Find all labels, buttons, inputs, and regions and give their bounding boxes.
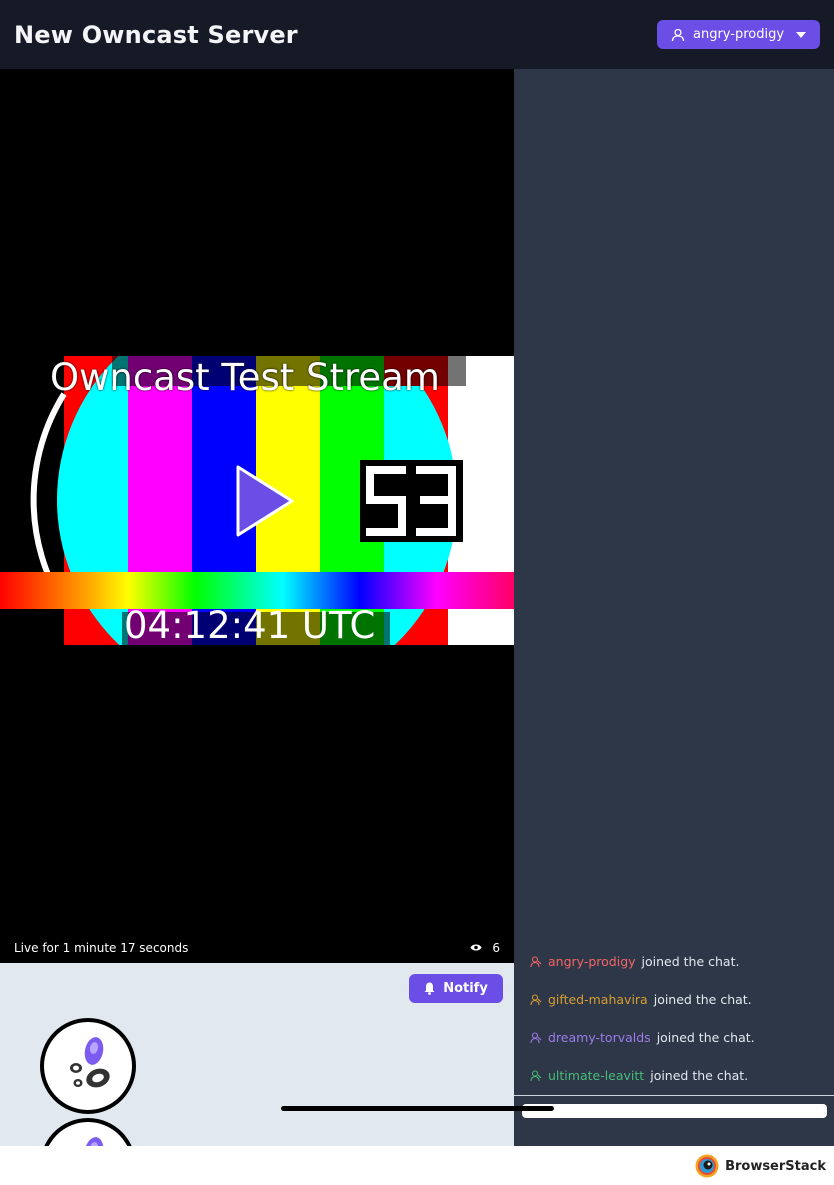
page: New Owncast Server angry-prodigy Owncast… [0,0,834,1185]
owncast-logo-duplicate [40,1118,136,1146]
user-icon [671,28,685,41]
notify-button[interactable]: Notify [409,974,503,1003]
bell-icon [424,982,435,995]
home-indicator [281,1106,554,1111]
user-join-icon [530,955,542,967]
chat-message: ultimate-leavitt joined the chat. [530,1068,748,1083]
counter-digits [366,466,456,536]
eye-icon [470,944,482,951]
play-icon[interactable] [236,463,296,539]
owncast-logo-icon [84,1137,104,1146]
live-status-bar: Live for 1 minute 17 seconds 6 [0,932,514,963]
chat-message: gifted-mahavira joined the chat. [530,992,752,1007]
chat-input[interactable] [522,1104,827,1118]
chat-message: dreamy-torvalds joined the chat. [530,1030,755,1045]
chat-text: joined the chat. [650,1068,749,1083]
site-header: New Owncast Server angry-prodigy [0,0,834,69]
live-duration: Live for 1 minute 17 seconds [14,940,189,955]
viewer-count-value: 6 [492,940,500,955]
user-join-icon [530,1069,542,1081]
stream-test-pattern: Owncast Test Stream 04:12:41 UTC [0,356,514,645]
chat-text: joined the chat. [656,1030,755,1045]
chat-panel: angry-prodigy joined the chat. gifted-ma… [514,69,834,1146]
viewer-count: 6 [470,941,500,955]
chat-text: joined the chat. [653,992,752,1007]
browserstack-label: BrowserStack [725,1158,826,1174]
stream-title-overlay: Owncast Test Stream [50,356,440,399]
user-menu-button[interactable]: angry-prodigy [657,20,820,49]
user-join-icon [530,993,542,1005]
chat-username[interactable]: dreamy-torvalds [548,1030,651,1045]
footer: BrowserStack [0,1146,834,1185]
owncast-logo-icon [70,1037,110,1088]
browserstack-brand: BrowserStack [695,1154,826,1178]
chat-text: joined the chat. [641,954,740,969]
site-title: New Owncast Server [14,20,298,49]
browserstack-logo-icon [695,1154,719,1178]
caret-down-icon [796,31,806,38]
user-join-icon [530,1031,542,1043]
user-name: angry-prodigy [693,27,785,42]
stream-clock-overlay: 04:12:41 UTC [124,604,376,645]
notify-label: Notify [443,981,488,996]
chat-username[interactable]: angry-prodigy [548,954,636,969]
chat-username[interactable]: gifted-mahavira [548,992,648,1007]
owncast-logo [40,1018,136,1114]
video-player[interactable]: Owncast Test Stream 04:12:41 UTC [0,69,514,963]
counter-display [360,460,463,542]
chat-divider [514,1095,834,1096]
chat-message: angry-prodigy joined the chat. [530,954,739,969]
chat-username[interactable]: ultimate-leavitt [548,1068,644,1083]
stream-info: Notify [0,963,514,1146]
